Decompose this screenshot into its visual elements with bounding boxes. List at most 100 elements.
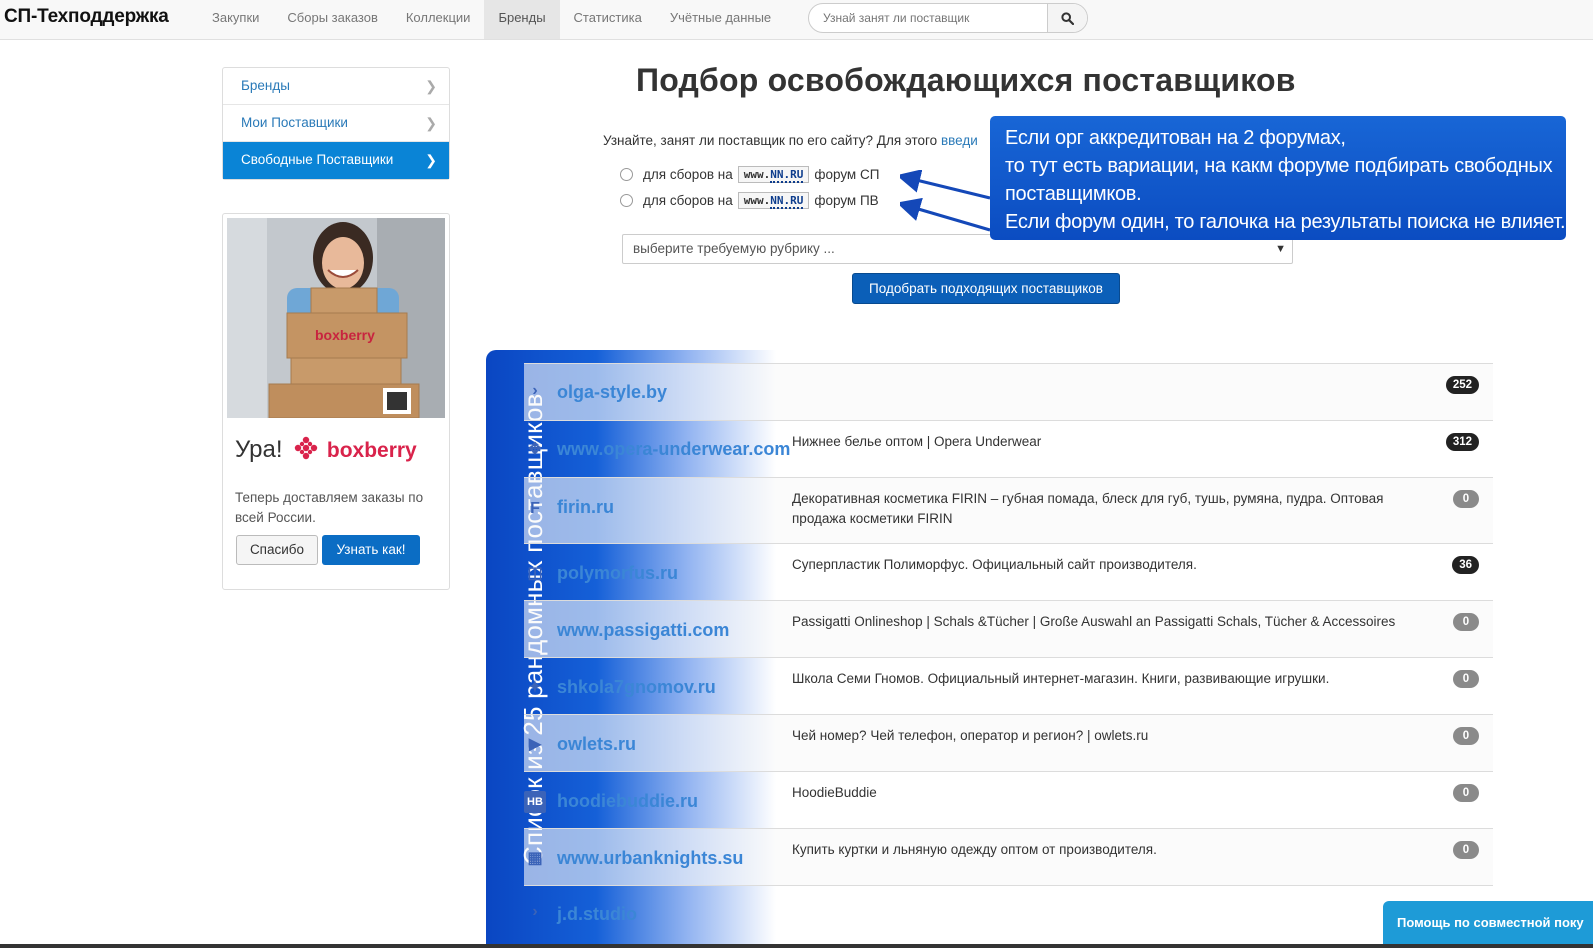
- supplier-search-input[interactable]: [809, 4, 1049, 32]
- count-badge: 312: [1445, 433, 1479, 451]
- nav-item-statistics[interactable]: Статистика: [560, 0, 656, 39]
- nn-ru-logo: www.NN.RU: [737, 191, 810, 209]
- list-item: ✦ shkola7gnomov.ru Школа Семи Гномов. Оф…: [524, 657, 1493, 714]
- sidebar-menu: Бренды ❯ Мои Поставщики ❯ Свободные Пост…: [222, 67, 450, 180]
- supplier-link[interactable]: owlets.ru: [557, 734, 636, 755]
- nav-item-collections[interactable]: Коллекции: [392, 0, 485, 39]
- callout-line: Если орг аккредитован на 2 форумах,: [1005, 127, 1346, 149]
- promo-title: Ура! boxberry: [235, 436, 417, 464]
- supplier-search: [808, 3, 1088, 33]
- find-suppliers-button[interactable]: Подобрать подходящих поставщиков: [852, 273, 1120, 304]
- nav-item-accounts[interactable]: Учётные данные: [656, 0, 785, 39]
- callout-line: Если форум один, то галочка на результат…: [1005, 211, 1566, 233]
- list-item: HB hoodiebuddie.ru HoodieBuddie 0: [524, 771, 1493, 828]
- search-icon: [1061, 11, 1074, 25]
- logo-nn: NN.RU: [770, 193, 804, 209]
- grid-icon: ▦: [527, 850, 543, 867]
- main-nav: Закупки Сборы заказов Коллекции Бренды С…: [198, 0, 785, 39]
- supplier-link[interactable]: hoodiebuddie.ru: [557, 791, 698, 812]
- woman-with-boxes-illustration: boxberry: [227, 218, 445, 418]
- count-badge: 0: [1453, 841, 1479, 859]
- suppliers-list-panel: Список из 25 рандомных поставщиков › olg…: [486, 350, 1493, 948]
- count-badge: 0: [1453, 670, 1479, 688]
- supplier-description: Декоративная косметика FIRIN – губная по…: [792, 491, 1384, 526]
- annotation-callout: Если орг аккредитован на 2 форумах, то т…: [990, 116, 1566, 240]
- intro-sentence: Узнайте, занят ли поставщик по его сайту…: [603, 133, 938, 148]
- promo-text: Теперь доставляем заказы по всей России.: [235, 490, 424, 525]
- search-button[interactable]: [1047, 4, 1087, 32]
- count-badge: 252: [1445, 376, 1479, 394]
- intro-link[interactable]: введи: [941, 133, 978, 148]
- boxberry-promo: boxberry Ура! boxberry Теперь доставляем…: [222, 213, 450, 590]
- supplier-link[interactable]: www.passigatti.com: [557, 620, 729, 641]
- svg-text:boxberry: boxberry: [315, 327, 375, 343]
- supplier-description: Суперпластик Полиморфус. Официальный сай…: [792, 557, 1197, 572]
- boxberry-logo-icon: [295, 436, 318, 460]
- supplier-link[interactable]: olga-style.by: [557, 382, 667, 403]
- count-badge: 0: [1453, 784, 1479, 802]
- supplier-description: Купить куртки и льняную одежду оптом от …: [792, 842, 1157, 857]
- supplier-link[interactable]: polymorfus.ru: [557, 563, 678, 584]
- rubric-select-value: выберите требуемую рубрику ...: [633, 241, 835, 256]
- nn-ru-logo: www.NN.RU: [737, 165, 810, 183]
- bird-icon: ✥: [528, 441, 542, 458]
- nav-item-brands[interactable]: Бренды: [484, 0, 560, 39]
- logo-www: www.: [743, 167, 771, 181]
- sidebar-item-my-suppliers[interactable]: Мои Поставщики ❯: [223, 105, 449, 142]
- supplier-link[interactable]: www.urbanknights.su: [557, 848, 743, 869]
- callout-line: то тут есть вариации, на какм форуме под…: [1005, 155, 1553, 177]
- nav-item-order-collections[interactable]: Сборы заказов: [273, 0, 391, 39]
- forum-option-sp[interactable]: для сборов на www.NN.RU форум СП: [620, 163, 879, 185]
- promo-photo: boxberry: [227, 218, 445, 418]
- cart-icon: ◫: [527, 565, 543, 582]
- supplier-link[interactable]: shkola7gnomov.ru: [557, 677, 716, 698]
- supplier-link[interactable]: firin.ru: [557, 497, 614, 518]
- list-item: ✥ www.opera-underwear.com Нижнее белье о…: [524, 420, 1493, 477]
- intro-text: Узнайте, занят ли поставщик по его сайту…: [603, 133, 978, 148]
- count-badge: 0: [1453, 490, 1479, 508]
- sidebar-item-label: Мои Поставщики: [241, 115, 348, 130]
- list-item: F firin.ru Декоративная косметика FIRIN …: [524, 477, 1493, 543]
- list-item: › olga-style.by 252: [524, 363, 1493, 420]
- option-suffix: форум ПВ: [814, 192, 879, 208]
- forum-sp-radio[interactable]: [620, 167, 633, 181]
- bottom-divider: [0, 944, 1593, 948]
- sidebar-item-free-suppliers[interactable]: Свободные Поставщики ❯: [223, 142, 449, 179]
- supplier-description: Школа Семи Гномов. Официальный интернет-…: [792, 671, 1330, 686]
- logo-www: www.: [743, 193, 771, 207]
- sidebar-item-label: Свободные Поставщики: [241, 152, 394, 167]
- forum-option-pv[interactable]: для сборов на www.NN.RU форум ПВ: [620, 189, 879, 211]
- list-item: www.passigatti.com Passigatti Onlineshop…: [524, 600, 1493, 657]
- logo-nn: NN.RU: [770, 167, 804, 183]
- list-item: ◫ polymorfus.ru Суперпластик Полиморфус.…: [524, 543, 1493, 600]
- count-badge: 36: [1452, 556, 1479, 574]
- hb-icon: HB: [524, 791, 546, 813]
- brand-logo[interactable]: СП-Техподдержка: [4, 6, 169, 28]
- callout-line: поставщимков.: [1005, 183, 1142, 205]
- play-icon: ▶: [528, 736, 542, 753]
- promo-brand-name: boxberry: [326, 439, 417, 462]
- count-badge: 0: [1453, 613, 1479, 631]
- forum-pv-radio[interactable]: [620, 193, 633, 207]
- chevron-right-icon: ›: [532, 903, 538, 920]
- supplier-description: Чей номер? Чей телефон, оператор и регио…: [792, 728, 1149, 743]
- list-item: ▶ owlets.ru Чей номер? Чей телефон, опер…: [524, 714, 1493, 771]
- letter-f-icon: F: [530, 500, 540, 517]
- option-prefix: для сборов на: [643, 192, 733, 208]
- list-item: ▦ www.urbanknights.su Купить куртки и ль…: [524, 828, 1493, 885]
- top-navbar: СП-Техподдержка Закупки Сборы заказов Ко…: [0, 0, 1593, 40]
- supplier-link[interactable]: j.d.studio: [557, 904, 637, 925]
- supplier-description: Нижнее белье оптом | Opera Underwear: [792, 434, 1042, 449]
- thanks-button[interactable]: Спасибо: [236, 535, 318, 565]
- option-prefix: для сборов на: [643, 166, 733, 182]
- supplier-description: Passigatti Onlineshop | Schals &Tücher |…: [792, 614, 1396, 629]
- supplier-description: HoodieBuddie: [792, 785, 877, 800]
- supplier-link[interactable]: www.opera-underwear.com: [557, 439, 790, 460]
- sidebar-item-label: Бренды: [241, 78, 290, 93]
- chevron-right-icon: ›: [532, 382, 538, 399]
- nav-item-purchases[interactable]: Закупки: [198, 0, 273, 39]
- callout-arrows: [900, 170, 991, 232]
- sidebar-item-brands[interactable]: Бренды ❯: [223, 68, 449, 105]
- help-chat-tab[interactable]: Помощь по совместной поку: [1383, 901, 1593, 948]
- learn-how-button[interactable]: Узнать как!: [322, 535, 420, 565]
